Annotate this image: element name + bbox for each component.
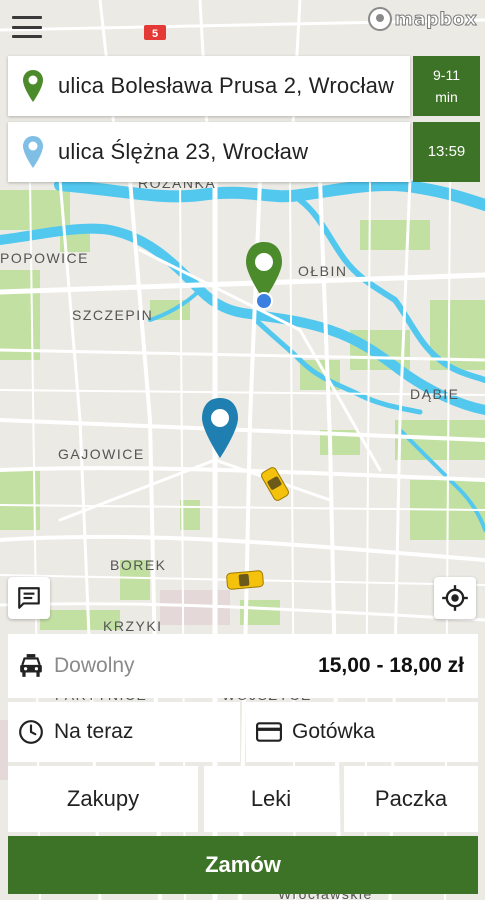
order-button-label: Zamów (205, 852, 281, 877)
credit-card-icon (256, 722, 282, 742)
payment-select[interactable]: Gotówka (246, 702, 478, 762)
mapbox-logo-icon (367, 7, 392, 31)
price-estimate: 15,00 - 18,00 zł (318, 654, 464, 677)
payment-label: Gotówka (292, 720, 375, 743)
extra-option-label: Paczka (374, 786, 448, 811)
pickup-eta-badge: 9-11 min (413, 56, 480, 116)
mapbox-logo-text: mapbox (394, 8, 477, 30)
locate-me-button[interactable] (434, 577, 476, 619)
vehicle-select[interactable]: Dowolny 15,00 - 18,00 zł (8, 634, 478, 698)
chat-button[interactable] (8, 577, 50, 619)
order-button[interactable]: Zamów (8, 836, 478, 894)
district-olbin: OŁBIN (298, 263, 348, 279)
chat-icon (18, 587, 40, 609)
car-icon (20, 654, 42, 677)
extra-option-label: Leki (250, 786, 292, 811)
pickup-address-text: ulica Bolesława Prusa 2, Wrocław (58, 73, 395, 98)
pickup-eta-unit: min (435, 89, 458, 105)
extra-option-parcel[interactable]: Paczka (344, 766, 478, 832)
district-borek: BOREK (110, 557, 167, 573)
clock-icon (19, 720, 43, 744)
extra-option-medicine[interactable]: Leki (204, 766, 338, 832)
taxi-icon (226, 570, 264, 590)
district-dabie: DĄBIE (410, 386, 460, 402)
extra-option-shopping[interactable]: Zakupy (8, 766, 198, 832)
destination-time-badge: 13:59 (413, 122, 480, 182)
destination-address-text: ulica Ślężna 23, Wrocław (58, 139, 309, 164)
pickup-address-field[interactable]: ulica Bolesława Prusa 2, Wrocław (8, 56, 410, 116)
vehicle-type-label: Dowolny (54, 654, 135, 677)
crosshair-icon (442, 585, 468, 611)
pickup-eta-value: 9-11 (433, 67, 460, 83)
destination-address-row[interactable]: ulica Ślężna 23, Wrocław 13:59 (8, 122, 480, 182)
district-krzyki: KRZYKI (103, 618, 163, 634)
destination-address-field[interactable]: ulica Ślężna 23, Wrocław (8, 122, 410, 182)
mapbox-logo: mapbox (367, 6, 477, 32)
road-sign-label: 5 (152, 28, 158, 40)
district-popowice: POPOWICE (0, 250, 89, 266)
district-gajowice: GAJOWICE (58, 446, 145, 462)
menu-icon[interactable] (10, 12, 44, 42)
destination-marker-icon (23, 136, 43, 168)
time-select[interactable]: Na teraz (8, 702, 240, 762)
pickup-address-row[interactable]: ulica Bolesława Prusa 2, Wrocław 9-11 mi… (8, 56, 480, 116)
extra-option-label: Zakupy (66, 786, 140, 811)
destination-time-value: 13:59 (427, 143, 466, 160)
district-szczepin: SZCZEPIN (72, 307, 153, 323)
time-label: Na teraz (54, 720, 134, 743)
pickup-marker-icon (23, 70, 43, 102)
road-sign: 5 (144, 25, 166, 40)
